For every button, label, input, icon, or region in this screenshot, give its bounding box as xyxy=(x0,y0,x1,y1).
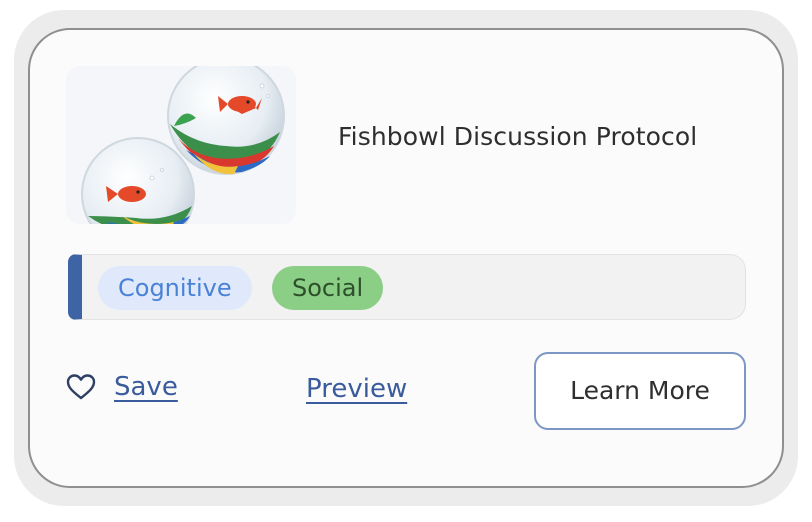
card-title: Fishbowl Discussion Protocol xyxy=(338,122,698,151)
page: Fishbowl Discussion Protocol Cognitive S… xyxy=(0,0,812,522)
save-button[interactable]: Save xyxy=(66,372,178,402)
tag-cognitive[interactable]: Cognitive xyxy=(98,266,252,310)
fishbowl-illustration xyxy=(66,66,296,224)
save-link[interactable]: Save xyxy=(114,372,178,402)
tag-social[interactable]: Social xyxy=(272,266,384,310)
learn-more-button[interactable]: Learn More xyxy=(534,352,746,430)
fishbowl-image xyxy=(66,66,296,224)
preview-link[interactable]: Preview xyxy=(306,374,407,404)
heart-outline-icon[interactable] xyxy=(66,373,96,401)
tag-bar: Cognitive Social xyxy=(68,254,746,320)
